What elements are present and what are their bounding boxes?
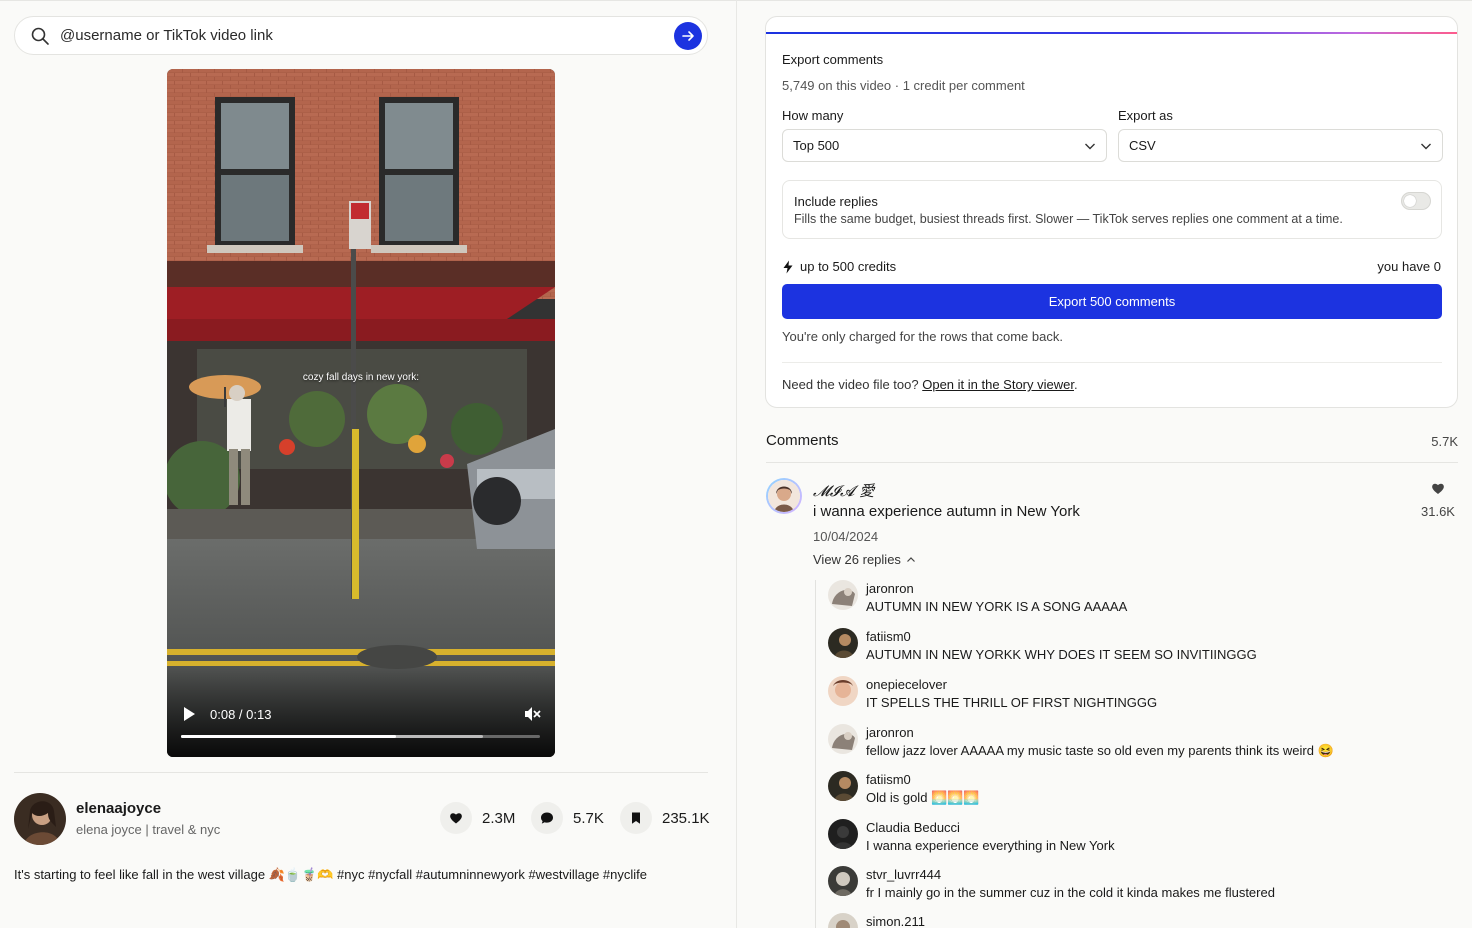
reply-text: IT SPELLS THE THRILL OF FIRST NIGHTINGGG (866, 695, 1158, 710)
avatar[interactable] (828, 724, 858, 754)
comment-icon (541, 812, 553, 824)
include-replies-toggle[interactable] (1401, 192, 1431, 210)
likes-count: 2.3M (482, 809, 516, 827)
view-replies-toggle[interactable]: View 26 replies (813, 552, 916, 567)
likes-stat[interactable]: 2.3M (440, 801, 515, 835)
divider (782, 362, 1442, 363)
export-subtitle: 5,749 on this video · 1 credit per comme… (782, 78, 1025, 93)
avatar[interactable] (828, 580, 858, 610)
view-replies-label: View 26 replies (813, 552, 901, 567)
divider (14, 772, 708, 773)
comments-heading: Comments (766, 432, 839, 449)
credit-balance: you have 0 (1377, 259, 1441, 274)
reply-text: fellow jazz lover AAAAA my music taste s… (866, 743, 1334, 758)
reply-author[interactable]: jaronron (866, 581, 914, 596)
heart-icon (450, 813, 462, 824)
reply-text: Old is gold 🌅🌅🌅 (866, 790, 980, 805)
export-as-label: Export as (1118, 108, 1173, 123)
video-player[interactable]: cozy fall days in new york: 0:08 / 0:13 (167, 69, 555, 757)
bookmark-icon (632, 812, 640, 824)
avatar[interactable] (828, 819, 858, 849)
avatar[interactable] (828, 866, 858, 896)
divider (766, 462, 1458, 463)
how-many-value: Top 500 (793, 138, 840, 153)
video-file-question: Need the video file too? (782, 377, 919, 392)
search-bar[interactable]: @username or TikTok video link (14, 16, 708, 55)
reply-author[interactable]: stvr_luvrr444 (866, 867, 941, 882)
reply-author[interactable]: jaronron (866, 725, 914, 740)
avatar[interactable] (828, 771, 858, 801)
play-icon[interactable] (182, 706, 196, 722)
comment-like[interactable]: 31.6K (1418, 482, 1458, 519)
charge-note: You're only charged for the rows that co… (782, 329, 1063, 344)
export-button[interactable]: Export 500 comments (782, 284, 1442, 319)
toggle-knob (1404, 195, 1416, 207)
how-many-label: How many (782, 108, 844, 123)
comment-author[interactable]: 𝓜𝓘𝓐 愛 (813, 480, 874, 501)
comment-date: 10/04/2024 (813, 529, 879, 544)
playback-time: 0:08 / 0:13 (210, 707, 272, 722)
comment-like-count: 31.6K (1421, 504, 1455, 519)
include-replies-description: Fills the same budget, busiest threads f… (794, 212, 1343, 226)
comments-count: 5.7K (573, 809, 604, 827)
author-bio: elena joyce | travel & nyc (76, 822, 221, 837)
avatar[interactable] (828, 913, 858, 928)
author-username[interactable]: elenaajoyce (76, 800, 161, 817)
pane-divider (736, 0, 737, 928)
reply-text: fr I mainly go in the summer cuz in the … (866, 885, 1275, 900)
reply-author[interactable]: simon.211 (866, 914, 925, 928)
reply-author[interactable]: fatiism0 (866, 772, 911, 787)
video-file-note: Need the video file too? Open it in the … (782, 377, 1078, 392)
how-many-select[interactable]: Top 500 (782, 129, 1107, 162)
chevron-down-icon (1421, 143, 1431, 150)
video-overlay-caption: cozy fall days in new york: (302, 372, 420, 383)
saves-count: 235.1K (662, 809, 710, 827)
mute-icon[interactable] (523, 705, 541, 723)
reply-author[interactable]: fatiism0 (866, 629, 911, 644)
comment-text: i wanna experience autumn in New York (813, 503, 1080, 520)
video-frame (167, 69, 555, 757)
search-input[interactable]: @username or TikTok video link (60, 27, 273, 44)
export-title: Export comments (782, 52, 884, 67)
saves-stat[interactable]: 235.1K (620, 801, 710, 835)
reply-author[interactable]: Claudia Beducci (866, 820, 960, 835)
reply-text: I wanna experience everything in New Yor… (866, 838, 1115, 853)
reply-text: AUTUMN IN NEW YORK IS A SONG AAAAA (866, 599, 1128, 614)
heart-icon (1432, 483, 1444, 494)
video-description: It's starting to feel like fall in the w… (14, 867, 648, 882)
avatar[interactable] (14, 793, 66, 845)
avatar[interactable] (828, 628, 858, 658)
include-replies-option: Include replies Fills the same budget, b… (782, 180, 1442, 239)
export-card: Export comments 5,749 on this video · 1 … (765, 16, 1458, 408)
accent-gradient (766, 32, 1457, 34)
seek-bar[interactable] (181, 735, 540, 738)
video-pane: @username or TikTok video link cozy fall… (0, 0, 736, 928)
comments-stat[interactable]: 5.7K (531, 801, 604, 835)
credit-estimate-text: up to 500 credits (800, 259, 897, 274)
story-viewer-link[interactable]: Open it in the Story viewer (922, 377, 1074, 392)
avatar[interactable] (766, 478, 802, 514)
reply-author[interactable]: onepiecelover (866, 677, 947, 692)
reply-text: AUTUMN IN NEW YORKK WHY DOES IT SEEM SO … (866, 647, 1257, 662)
credit-estimate: up to 500 credits (782, 259, 896, 274)
arrow-right-icon (682, 31, 694, 41)
chevron-up-icon (906, 556, 915, 562)
search-icon (31, 27, 49, 45)
avatar[interactable] (828, 676, 858, 706)
reply-thread-line (815, 580, 816, 928)
export-format-select[interactable]: CSV (1118, 129, 1443, 162)
progress-bar (181, 735, 397, 738)
chevron-down-icon (1085, 143, 1095, 150)
include-replies-title: Include replies (794, 194, 878, 209)
note-period: . (1073, 377, 1078, 392)
export-format-value: CSV (1129, 138, 1156, 153)
submit-button[interactable] (674, 22, 702, 50)
comments-total: 5.7K (1431, 434, 1458, 449)
lightning-icon (783, 260, 793, 273)
